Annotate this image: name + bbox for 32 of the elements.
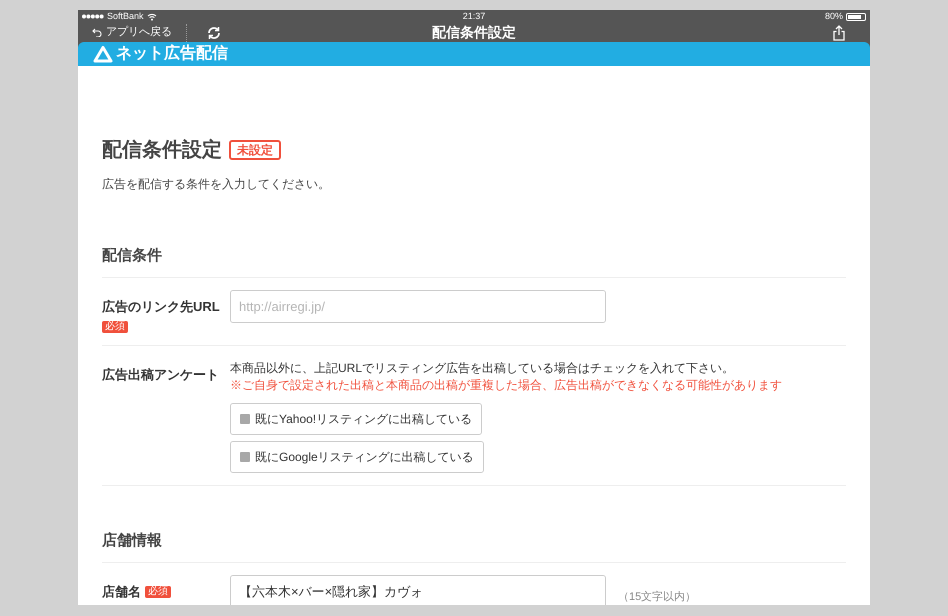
checkbox-icon — [240, 452, 250, 462]
share-button[interactable] — [832, 24, 846, 40]
field-label: 店舗名 — [102, 583, 141, 601]
checkbox-option[interactable]: 既にGoogleリスティングに出稿している — [230, 440, 484, 472]
signal-icon — [82, 14, 104, 20]
page-title: 配信条件設定 — [102, 138, 222, 162]
status-badge: 未設定 — [229, 140, 281, 160]
length-note: （15文字以内） — [618, 590, 696, 605]
carrier-name: SoftBank — [107, 10, 144, 23]
text-input-field[interactable]: http://airregi.jp/ — [230, 290, 606, 323]
text-input-field[interactable]: 【六本木×バー×隠れ家】カヴォ — [230, 575, 606, 605]
back-arrow-icon — [92, 28, 102, 37]
required-tag: 必須 — [102, 320, 128, 332]
wifi-icon — [146, 12, 157, 21]
required-tag: 必須 — [145, 586, 171, 598]
back-button[interactable]: アプリへ戻る — [92, 24, 172, 41]
page-description: 広告を配信する条件を入力してください。 — [102, 176, 331, 192]
field-label: 広告出稿アンケート — [102, 366, 219, 384]
battery-percent: 80% — [824, 10, 843, 23]
triangle-logo-icon — [93, 44, 113, 62]
reload-button[interactable] — [207, 24, 223, 40]
warning-text: ※ご自身で設定された出稿と本商品の出稿が重複した場合、広告出稿ができなくなる可能性があります — [230, 376, 782, 394]
battery-icon — [846, 12, 866, 21]
section-heading: 店舗情報 — [102, 530, 846, 563]
instruction-text: 本商品以外に、上記URLでリスティング広告を出稿している場合はチェックを入れて下さい。 — [230, 360, 734, 376]
checkbox-option[interactable]: 既にYahoo!リスティングに出稿している — [230, 402, 482, 434]
checkbox-icon — [240, 414, 250, 424]
section-heading: 配信条件 — [102, 244, 846, 278]
status-time: 21:37 — [462, 10, 486, 23]
nav-title: 配信条件設定 — [432, 23, 516, 42]
app-title: ネット広告配信 — [116, 43, 228, 64]
field-label: 広告のリンク先URL — [102, 298, 220, 316]
